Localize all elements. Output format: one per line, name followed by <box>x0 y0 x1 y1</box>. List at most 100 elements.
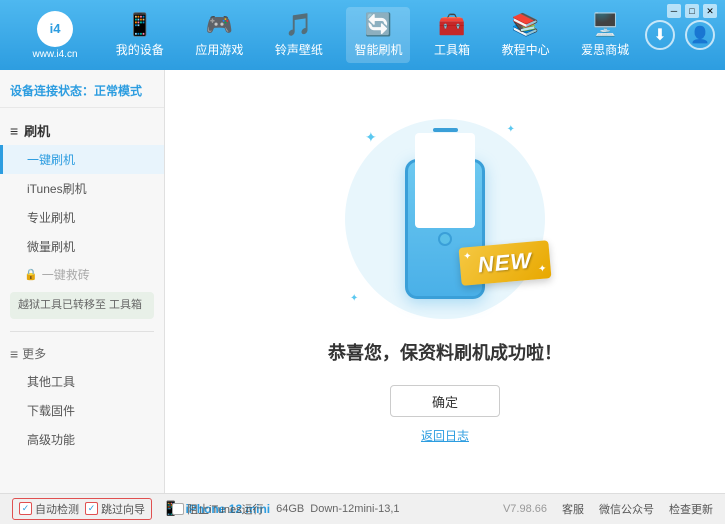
sidebar-divider <box>10 331 154 332</box>
sidebar-item-pro-flash[interactable]: 专业刷机 <box>0 203 164 232</box>
apps-games-icon: 🎮 <box>206 12 233 38</box>
nav-apps-games[interactable]: 🎮 应用游戏 <box>187 7 251 63</box>
auto-detect-label: 自动检测 <box>35 501 79 517</box>
ringtones-icon: 🎵 <box>285 12 312 38</box>
nav-right-area: ⬇ 👤 <box>645 20 715 50</box>
device-storage: 64GB <box>276 503 304 515</box>
new-banner: ✦ NEW ✦ <box>460 244 550 299</box>
itunes-flash-label: iTunes刷机 <box>27 182 87 196</box>
one-click-rescue-label: 一键救砖 <box>42 266 90 283</box>
maximize-button[interactable]: □ <box>685 4 699 18</box>
auto-detect-checkbox-wrap: ✓ 自动检测 <box>19 501 79 517</box>
pro-flash-label: 专业刷机 <box>27 211 75 225</box>
nav-think-store-label: 爱思商城 <box>581 41 629 58</box>
sidebar-item-advanced[interactable]: 高级功能 <box>0 425 164 454</box>
flash-section-icon: ≡ <box>10 123 18 139</box>
sparkle-2: ✦ <box>507 124 515 135</box>
nav-smart-store-label: 智能刷机 <box>354 41 402 58</box>
check-update-link[interactable]: 检查更新 <box>669 501 713 517</box>
sparkle-3: ✦ <box>350 293 358 304</box>
flash-section-label: 刷机 <box>24 121 50 140</box>
logo-icon: i4 <box>37 11 73 47</box>
sidebar-item-one-click-flash[interactable]: 一键刷机 <box>0 145 164 174</box>
customer-service-link[interactable]: 客服 <box>562 501 584 517</box>
micro-flash-label: 微量刷机 <box>27 240 75 254</box>
nav-apps-games-label: 应用游戏 <box>195 41 243 58</box>
sidebar-item-download-firmware[interactable]: 下载固件 <box>0 396 164 425</box>
smart-store-icon: 🔄 <box>365 12 392 38</box>
logo-area: i4 www.i4.cn <box>10 11 100 60</box>
new-ribbon: ✦ NEW ✦ <box>459 240 552 286</box>
sidebar-item-one-click-rescue: 🔒 一键救砖 <box>0 261 164 288</box>
phone-screen <box>415 133 475 228</box>
nav-ringtones[interactable]: 🎵 铃声壁纸 <box>267 7 331 63</box>
bottom-bar: ✓ 自动检测 ✓ 跳过向导 📱 iPhone 12 mini 64GB Down… <box>0 493 725 523</box>
nav-tutorial[interactable]: 📚 教程中心 <box>494 7 558 63</box>
stop-itunes-label: 阻止iTunes运行 <box>187 501 264 517</box>
main-content: ✦ ✦ ✦ ✦ NEW ✦ 恭喜 <box>165 70 725 493</box>
stop-itunes-checkbox[interactable] <box>172 503 184 515</box>
version-label: V7.98.66 <box>503 503 547 515</box>
connection-status: 设备连接状态：正常模式 <box>0 78 164 108</box>
nav-ringtones-label: 铃声壁纸 <box>275 41 323 58</box>
device-firmware: Down-12mini-13,1 <box>310 503 399 515</box>
new-badge-text: NEW <box>477 248 533 279</box>
tutorial-icon: 📚 <box>512 12 539 38</box>
sidebar-item-micro-flash[interactable]: 微量刷机 <box>0 232 164 261</box>
sidebar-item-other-tools[interactable]: 其他工具 <box>0 367 164 396</box>
nav-my-device[interactable]: 📱 我的设备 <box>108 7 172 63</box>
window-controls: ─ □ ✕ <box>667 4 717 18</box>
logo-website: www.i4.cn <box>32 49 77 60</box>
status-value: 正常模式 <box>94 84 142 98</box>
think-store-icon: 🖥️ <box>591 12 618 38</box>
user-button[interactable]: 👤 <box>685 20 715 50</box>
auto-detect-checkbox[interactable]: ✓ <box>19 502 32 515</box>
more-section-label: 更多 <box>22 345 46 362</box>
bottom-right: V7.98.66 客服 微信公众号 检查更新 <box>503 501 713 517</box>
confirm-button[interactable]: 确定 <box>390 385 500 417</box>
close-button[interactable]: ✕ <box>703 4 717 18</box>
lock-icon: 🔒 <box>24 268 38 281</box>
nav-toolbox[interactable]: 🧰 工具箱 <box>426 7 478 63</box>
other-tools-label: 其他工具 <box>27 375 75 389</box>
skip-wizard-checkbox-wrap: ✓ 跳过向导 <box>85 501 145 517</box>
nav-think-store[interactable]: 🖥️ 爱思商城 <box>573 7 637 63</box>
star-right: ✦ <box>538 263 547 275</box>
sparkle-1: ✦ <box>365 129 377 146</box>
one-click-flash-label: 一键刷机 <box>27 153 75 167</box>
main-layout: 设备连接状态：正常模式 ≡ 刷机 一键刷机 iTunes刷机 专业刷机 微 <box>0 70 725 493</box>
minimize-button[interactable]: ─ <box>667 4 681 18</box>
download-button[interactable]: ⬇ <box>645 20 675 50</box>
phone-home-button <box>438 232 452 246</box>
sidebar: 设备连接状态：正常模式 ≡ 刷机 一键刷机 iTunes刷机 专业刷机 微 <box>0 70 165 493</box>
nav-smart-store[interactable]: 🔄 智能刷机 <box>346 7 410 63</box>
more-section-header: ≡ 更多 <box>0 340 164 367</box>
nav-toolbox-label: 工具箱 <box>434 41 470 58</box>
stop-itunes-area: 阻止iTunes运行 <box>172 494 264 524</box>
advanced-label: 高级功能 <box>27 433 75 447</box>
status-label: 设备连接状态： <box>10 84 94 98</box>
skip-wizard-checkbox[interactable]: ✓ <box>85 502 98 515</box>
success-message: 恭喜您，保资料刷机成功啦！ <box>328 339 562 365</box>
toolbox-icon: 🧰 <box>438 12 465 38</box>
jailbreak-note: 越狱工具已转移至 工具箱 <box>10 292 154 319</box>
more-section-icon: ≡ <box>10 346 18 362</box>
logo-char: i4 <box>50 21 61 36</box>
back-to-log-link[interactable]: 返回日志 <box>421 427 469 444</box>
flash-section-header: ≡ 刷机 <box>0 116 164 145</box>
jailbreak-note-text: 越狱工具已转移至 工具箱 <box>18 299 142 311</box>
more-section: ≡ 更多 其他工具 下载固件 高级功能 <box>0 336 164 458</box>
my-device-icon: 📱 <box>126 12 153 38</box>
download-firmware-label: 下载固件 <box>27 404 75 418</box>
nav-my-device-label: 我的设备 <box>116 41 164 58</box>
phone-illustration: ✦ ✦ ✦ ✦ NEW ✦ <box>335 119 555 319</box>
checkbox-area: ✓ 自动检测 ✓ 跳过向导 <box>12 498 152 520</box>
star-left: ✦ <box>463 251 472 263</box>
sidebar-item-itunes-flash[interactable]: iTunes刷机 <box>0 174 164 203</box>
nav-items: 📱 我的设备 🎮 应用游戏 🎵 铃声壁纸 🔄 智能刷机 🧰 工具箱 📚 <box>100 7 645 63</box>
flash-section: ≡ 刷机 一键刷机 iTunes刷机 专业刷机 微量刷机 🔒 一键救砖 <box>0 112 164 327</box>
top-nav-bar: i4 www.i4.cn 📱 我的设备 🎮 应用游戏 🎵 铃声壁纸 🔄 智能刷机 <box>0 0 725 70</box>
nav-tutorial-label: 教程中心 <box>502 41 550 58</box>
skip-wizard-label: 跳过向导 <box>101 501 145 517</box>
wechat-link[interactable]: 微信公众号 <box>599 501 654 517</box>
